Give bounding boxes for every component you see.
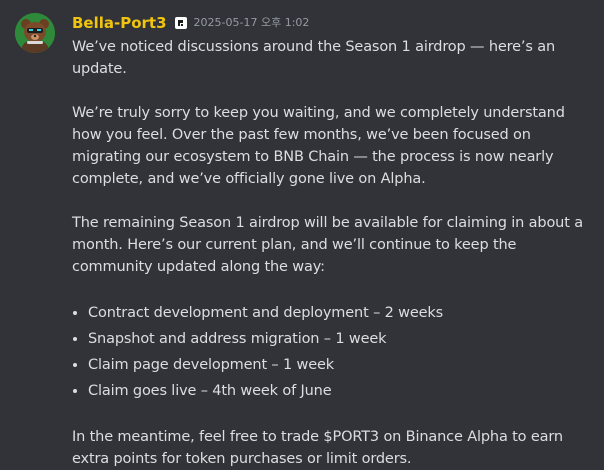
list-item: Claim goes live – 4th week of June bbox=[88, 378, 594, 404]
paragraph-apology: We’re truly sorry to keep you waiting, a… bbox=[72, 105, 565, 187]
plan-list: Contract development and deployment – 2 … bbox=[72, 300, 594, 404]
message-header: Bella-Port3 2025-05-17 오후 1:02 bbox=[72, 12, 594, 34]
port3-logo-icon[interactable] bbox=[174, 16, 188, 30]
chat-message: Bella-Port3 2025-05-17 오후 1:02 We’ve not… bbox=[0, 0, 604, 467]
list-item: Contract development and deployment – 2 … bbox=[88, 300, 594, 326]
list-item: Claim page development – 1 week bbox=[88, 352, 594, 378]
paragraph-intro: We’ve noticed discussions around the Sea… bbox=[72, 39, 556, 77]
paragraph-closing: In the meantime, feel free to trade $POR… bbox=[72, 429, 563, 467]
bear-avatar-icon bbox=[15, 13, 55, 53]
paragraph-plan: The remaining Season 1 airdrop will be a… bbox=[72, 215, 583, 275]
message-content: We’ve noticed discussions around the Sea… bbox=[72, 36, 594, 470]
username[interactable]: Bella-Port3 bbox=[72, 12, 167, 34]
user-avatar[interactable] bbox=[15, 13, 55, 53]
list-item: Snapshot and address migration – 1 week bbox=[88, 326, 594, 352]
message-timestamp[interactable]: 2025-05-17 오후 1:02 bbox=[194, 12, 310, 34]
